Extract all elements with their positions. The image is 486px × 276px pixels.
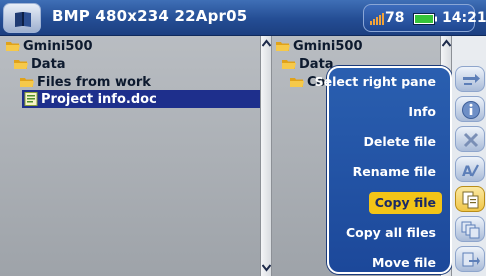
volume-icon: [370, 13, 384, 25]
volume-level: 78: [385, 10, 405, 26]
scroll-down-icon[interactable]: [262, 262, 271, 272]
copy-file-icon: [462, 191, 479, 209]
tree-item-gmini500[interactable]: Gmini500: [6, 37, 93, 55]
move-file-icon: [462, 252, 480, 267]
folder-open-icon: [290, 75, 304, 89]
tree-item-label: Data: [299, 56, 334, 72]
battery-icon: [413, 13, 437, 25]
window-title: BMP 480x234 22Apr05: [52, 7, 248, 25]
left-pane: Gmini500 Data Files from work Project in…: [0, 36, 260, 276]
tree-item-files-from-work[interactable]: Files from work: [20, 73, 151, 91]
info-icon: [462, 101, 480, 119]
folder-open-icon: [282, 57, 296, 71]
folder-open-icon: [6, 39, 20, 53]
move-file-button[interactable]: [455, 246, 485, 272]
book-icon: [15, 12, 31, 27]
swap-panes-icon: [463, 74, 480, 85]
menu-item-move-file[interactable]: Move file: [366, 252, 442, 274]
delete-icon: [463, 132, 479, 148]
menu-item-delete-file[interactable]: Delete file: [358, 131, 442, 153]
file-item-project-info[interactable]: Project info.doc: [22, 90, 260, 108]
select-right-pane-button[interactable]: [455, 66, 485, 92]
menu-item-info[interactable]: Info: [402, 101, 442, 123]
status-area: 78 14:21: [363, 4, 486, 32]
copy-all-files-button[interactable]: [455, 216, 485, 242]
left-scrollbar[interactable]: [260, 36, 272, 276]
document-icon: [24, 92, 38, 106]
info-button[interactable]: [455, 96, 485, 122]
action-button-column: A: [452, 60, 486, 276]
file-item-label: Project info.doc: [41, 91, 157, 107]
copy-file-button[interactable]: [455, 186, 485, 212]
scroll-up-icon[interactable]: [262, 39, 271, 49]
svg-text:A: A: [462, 164, 473, 180]
tree-item-label: Gmini500: [23, 38, 93, 54]
tree-item-label: Data: [31, 56, 66, 72]
folder-open-icon: [276, 39, 290, 53]
folder-open-icon: [20, 75, 34, 89]
folder-open-icon: [14, 57, 28, 71]
clock: 14:21: [442, 10, 486, 26]
tree-item-label: Files from work: [37, 74, 151, 90]
copy-all-icon: [461, 221, 480, 239]
home-button[interactable]: [3, 3, 41, 33]
context-menu: Select right pane Info Delete file Renam…: [315, 66, 452, 274]
scroll-up-icon[interactable]: [442, 39, 451, 49]
menu-item-copy-all-files[interactable]: Copy all files: [340, 222, 442, 244]
menu-item-select-right-pane[interactable]: Select right pane: [309, 71, 442, 93]
menu-item-copy-file[interactable]: Copy file: [368, 192, 442, 214]
title-bar: BMP 480x234 22Apr05 78 14:21: [0, 0, 486, 36]
menu-item-rename-file[interactable]: Rename file: [347, 161, 442, 183]
delete-file-button[interactable]: [455, 126, 485, 152]
rename-file-button[interactable]: A: [455, 156, 485, 182]
tree-item-data[interactable]: Data: [14, 55, 66, 73]
rename-icon: A: [462, 164, 479, 180]
tree-item-label: Gmini500: [293, 38, 363, 54]
tree-item-gmini500[interactable]: Gmini500: [276, 37, 363, 55]
